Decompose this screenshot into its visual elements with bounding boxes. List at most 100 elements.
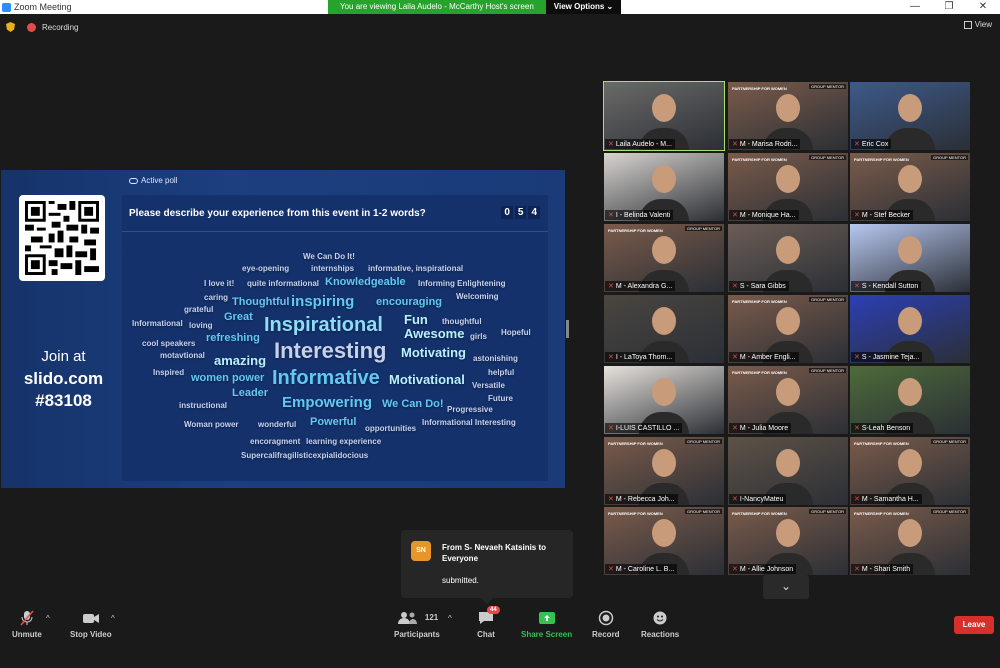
participant-face <box>652 378 676 406</box>
participant-face <box>776 236 800 264</box>
close-button[interactable]: ✕ <box>966 0 1000 14</box>
viewing-screen-message: You are viewing Laila Audelo - McCarthy … <box>328 0 546 14</box>
join-at-label: Join at <box>41 348 86 365</box>
participant-name-tag: ✕ S - Jasmine Teja... <box>851 352 923 362</box>
video-options-caret[interactable]: ^ <box>111 614 115 623</box>
participant-tile[interactable]: ✕ M - Allie Johnson PARTNERSHIP FOR WOMEN G… <box>728 507 848 575</box>
word-cloud-word: grateful <box>184 305 214 314</box>
word-cloud-word: Informative <box>272 367 380 389</box>
restore-button[interactable]: ❐ <box>932 0 966 14</box>
participant-name-tag: ✕ M - Amber Engli... <box>729 352 799 362</box>
word-cloud-word: Progressive <box>447 405 493 414</box>
word-cloud-word: We Can Do! <box>382 398 444 410</box>
chat-button[interactable]: 44 Chat <box>477 606 500 639</box>
participant-name: M - Allie Johnson <box>739 565 794 573</box>
participant-tile[interactable]: ✕ Laila Audelo - M... <box>603 81 725 151</box>
word-cloud-word: wonderful <box>258 420 297 429</box>
participant-name: I-NancyMateu <box>739 495 784 503</box>
participant-tile[interactable]: ✕ M - Stef Becker PARTNERSHIP FOR WOMEN GRO… <box>850 153 970 221</box>
word-cloud-word: helpful <box>488 368 515 377</box>
qr-code <box>19 195 105 281</box>
participant-tile[interactable]: ✕ I - LaToya Thom... <box>604 295 724 363</box>
join-instructions: Join at slido.com #83108 <box>11 346 116 412</box>
word-cloud-word: quite informational <box>247 279 319 288</box>
stop-video-button[interactable]: Stop Video <box>70 610 112 639</box>
participants-options-caret[interactable]: ^ <box>448 614 452 623</box>
muted-mic-icon: ✕ <box>732 212 738 219</box>
view-options-button[interactable]: View Options ⌄ <box>545 0 622 14</box>
muted-mic-icon: ✕ <box>732 354 738 361</box>
record-button[interactable]: Record <box>592 610 620 639</box>
chat-notification[interactable]: SN From S- Nevaeh Katsinis to Everyone s… <box>401 530 573 604</box>
participant-face <box>898 236 922 264</box>
word-cloud-word: encouraging <box>376 296 443 308</box>
split-resize-handle[interactable] <box>566 320 569 338</box>
participant-face <box>898 519 922 547</box>
participant-face <box>652 307 676 335</box>
security-shield-icon[interactable] <box>6 22 15 32</box>
group-mentor-tag: GROUP MENTOR <box>809 297 846 302</box>
participant-tile[interactable]: ✕ M - Samantha H... PARTNERSHIP FOR WOMEN G… <box>850 437 970 505</box>
group-mentor-tag: GROUP MENTOR <box>685 509 722 514</box>
participant-tile[interactable]: ✕ S - Sara Gibbs <box>728 224 848 292</box>
participant-tile[interactable]: ✕ M - Caroline L. B... PARTNERSHIP FOR WOM… <box>604 507 724 575</box>
word-cloud-word: Woman power <box>184 420 239 429</box>
participant-face <box>652 165 676 193</box>
participant-tile[interactable]: ✕ S - Jasmine Teja... <box>850 295 970 363</box>
participant-name: M - Caroline L. B... <box>615 565 675 573</box>
share-screen-icon <box>538 610 556 626</box>
participant-tile[interactable]: ✕ M - Rebecca Joh... PARTNERSHIP FOR WOMEN… <box>604 437 724 505</box>
muted-mic-icon <box>18 610 36 626</box>
meeting-top-bar: Recording View <box>0 14 1000 40</box>
participant-face <box>776 307 800 335</box>
participant-tile[interactable]: ✕ Eric Cox <box>850 82 970 150</box>
group-mentor-tag: GROUP MENTOR <box>809 368 846 373</box>
view-button[interactable]: View <box>963 20 992 29</box>
counter-digit: 0 <box>501 206 513 219</box>
participant-face <box>898 94 922 122</box>
reactions-button[interactable]: Reactions <box>641 610 679 639</box>
muted-mic-icon: ✕ <box>608 425 614 432</box>
word-cloud-word: Fun <box>404 312 428 327</box>
participant-tile[interactable]: ✕ I-NancyMateu <box>728 437 848 505</box>
audio-options-caret[interactable]: ^ <box>46 614 50 623</box>
window-controls: — ❐ ✕ <box>898 0 1000 14</box>
muted-mic-icon: ✕ <box>732 566 738 573</box>
participant-name: I-LUIS CASTILLO ... <box>615 424 680 432</box>
chat-bubble-icon: 44 <box>477 606 500 626</box>
word-cloud-word: Supercalifragilisticexpialidocious <box>241 451 369 460</box>
participant-tile[interactable]: ✕ M - Julia Moore PARTNERSHIP FOR WOMEN GRO… <box>728 366 848 434</box>
participant-tile[interactable]: ✕ M - Amber Engli... PARTNERSHIP FOR WOMEN… <box>728 295 848 363</box>
participants-button[interactable]: 121 Participants <box>394 610 440 639</box>
partnership-logo: PARTNERSHIP FOR WOMEN <box>732 86 787 91</box>
minimize-button[interactable]: — <box>898 0 932 14</box>
participant-face <box>898 449 922 477</box>
participant-tile[interactable]: ✕ M - Shari Smith PARTNERSHIP FOR WOMEN GRO… <box>850 507 970 575</box>
word-cloud-word: instructional <box>179 401 228 410</box>
share-screen-button[interactable]: Share Screen <box>521 610 572 639</box>
participant-count: 121 <box>424 613 439 622</box>
word-cloud-word: Interesting <box>274 338 387 363</box>
participant-face <box>652 519 676 547</box>
app-title-group: Zoom Meeting <box>0 2 72 12</box>
participant-tile[interactable]: ✕ M - Marisa Rodri... PARTNERSHIP FOR WOME… <box>728 82 848 150</box>
participant-tile[interactable]: ✕ S - Kendall Sutton <box>850 224 970 292</box>
participant-tile[interactable]: ✕ S-Leah Benson <box>850 366 970 434</box>
word-cloud-word: amazing <box>214 353 267 368</box>
participant-tile[interactable]: ✕ I - Belinda Valenti <box>604 153 724 221</box>
partnership-logo: PARTNERSHIP FOR WOMEN <box>854 157 909 162</box>
participant-tile[interactable]: ✕ I-LUIS CASTILLO ... <box>604 366 724 434</box>
muted-mic-icon: ✕ <box>732 283 738 290</box>
participant-tile[interactable]: ✕ M - Monique Ha... PARTNERSHIP FOR WOMEN G… <box>728 153 848 221</box>
unmute-button[interactable]: Unmute <box>12 610 42 639</box>
leave-button[interactable]: Leave <box>954 616 994 634</box>
participant-face <box>652 94 676 122</box>
window-title: Zoom Meeting <box>14 2 72 12</box>
gallery-next-page-button[interactable]: ⌄ <box>763 575 809 599</box>
participant-name-tag: ✕ Laila Audelo - M... <box>605 139 675 149</box>
participant-name: S - Sara Gibbs <box>739 282 786 290</box>
participant-tile[interactable]: ✕ M - Alexandra G... PARTNERSHIP FOR WOMEN… <box>604 224 724 292</box>
participant-face <box>776 449 800 477</box>
word-cloud-word: Thoughtful <box>232 296 290 308</box>
grid-view-icon <box>963 20 972 29</box>
